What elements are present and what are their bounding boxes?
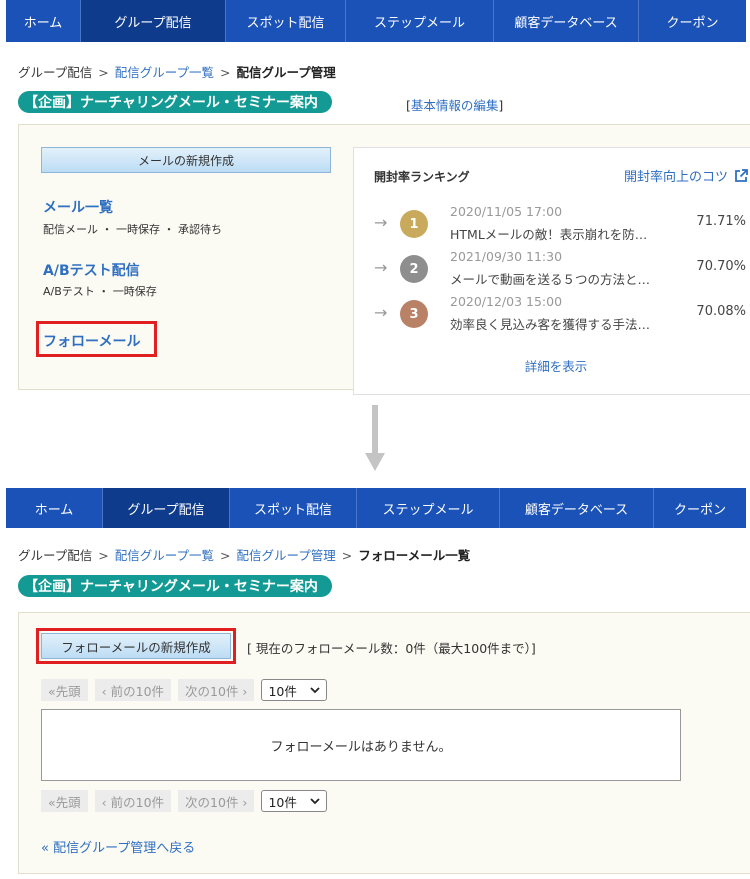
follow-mail-list: フォローメールはありません。 [41, 709, 681, 781]
pager-prev-button[interactable]: ‹ 前の10件 [94, 679, 172, 701]
external-link-icon [735, 168, 748, 182]
follow-mail-count: [ 現在のフォローメール数：0件（最大100件まで）] [247, 641, 536, 656]
ranking-row[interactable]: → 3 2020/12/03 15:00 効率良く見込み客を獲得する手法… 70… [374, 294, 750, 338]
ranking-subject: メールで動画を送る５つの方法と… [450, 272, 651, 287]
menu-follow-mail[interactable]: フォローメール [43, 331, 140, 351]
open-rate-ranking: 開封率ランキング 開封率向上のコツ → 1 2020/11/05 17:00 H… [353, 147, 750, 395]
empty-message: フォローメールはありません。 [270, 739, 452, 755]
pager-bottom: «先頭 ‹ 前の10件 次の10件 › 10件 [41, 790, 328, 812]
pager-prev-button[interactable]: ‹ 前の10件 [94, 790, 172, 812]
chevron-down-icon [310, 687, 321, 694]
menu-ab-test-sub: A/Bテスト ・ 一時保存 [43, 285, 157, 298]
menu-ab-test[interactable]: A/Bテスト配信 [43, 260, 140, 280]
edit-basic-info-link[interactable]: 基本情報の編集 [411, 98, 499, 113]
ranking-rate: 70.70% [696, 259, 746, 274]
rank-medal-bronze: 3 [400, 300, 428, 328]
breadcrumb: グループ配信 > 配信グループ一覧 > 配信グループ管理 > フォローメール一覧 [18, 545, 470, 564]
nav-coupon[interactable]: クーポン [639, 0, 746, 42]
nav-step-mail[interactable]: ステップメール [357, 488, 500, 528]
breadcrumb-group-list-link[interactable]: 配信グループ一覧 [115, 548, 214, 563]
breadcrumb-root: グループ配信 [18, 548, 93, 563]
page-title: 【企画】ナーチャリングメール・セミナー案内 [18, 575, 332, 597]
nav-customer-db[interactable]: 顧客データベース [494, 0, 639, 42]
breadcrumb-separator: > [220, 548, 231, 563]
breadcrumb-current: フォローメール一覧 [358, 548, 471, 563]
pager-first-button[interactable]: «先頭 [41, 790, 88, 812]
ranking-date: 2021/09/30 11:30 [450, 249, 563, 264]
ranking-row[interactable]: → 1 2020/11/05 17:00 HTMLメールの敵！表示崩れを防… 7… [374, 204, 750, 248]
nav-home[interactable]: ホーム [6, 488, 103, 528]
breadcrumb-separator: > [220, 65, 231, 80]
arrow-right-icon: → [374, 213, 388, 232]
breadcrumb-group-list-link[interactable]: 配信グループ一覧 [115, 65, 214, 80]
pager-top: «先頭 ‹ 前の10件 次の10件 › 10件 [41, 679, 328, 701]
nav-coupon[interactable]: クーポン [654, 488, 746, 528]
follow-mail-panel: フォローメールの新規作成 [ 現在のフォローメール数：0件（最大100件まで）]… [18, 612, 750, 874]
nav-group-delivery[interactable]: グループ配信 [103, 488, 230, 528]
ranking-subject: HTMLメールの敵！表示崩れを防… [450, 227, 648, 242]
page-title-text: 【企画】ナーチャリングメール・セミナー案内 [24, 95, 318, 111]
menu-mail-list-sub: 配信メール ・ 一時保存 ・ 承認待ち [43, 223, 222, 236]
top-navbar: ホーム グループ配信 スポット配信 ステップメール 顧客データベース クーポン [6, 0, 746, 42]
edit-basic-info: [基本情報の編集] [406, 95, 503, 114]
nav-group-delivery[interactable]: グループ配信 [81, 0, 226, 42]
chevron-down-icon [310, 798, 321, 805]
ranking-details-link[interactable]: 詳細を表示 [354, 356, 750, 375]
ranking-date: 2020/11/05 17:00 [450, 204, 563, 219]
page-title: 【企画】ナーチャリングメール・セミナー案内 [18, 91, 332, 113]
ranking-tip-link[interactable]: 開封率向上のコツ [624, 166, 748, 185]
nav-spot-delivery[interactable]: スポット配信 [230, 488, 357, 528]
group-menu-panel: メールの新規作成 メール一覧 配信メール ・ 一時保存 ・ 承認待ち A/Bテス… [18, 124, 750, 395]
rank-medal-silver: 2 [400, 255, 428, 283]
ranking-subject: 効率良く見込み客を獲得する手法… [450, 317, 651, 332]
pager-first-button[interactable]: «先頭 [41, 679, 88, 701]
breadcrumb-separator: > [341, 548, 353, 563]
nav-step-mail[interactable]: ステップメール [346, 0, 494, 42]
menu-mail-list[interactable]: メール一覧 [43, 197, 113, 217]
new-mail-button[interactable]: メールの新規作成 [41, 147, 331, 173]
bracket-close: ] [498, 98, 504, 113]
ranking-rate: 71.71% [696, 214, 746, 229]
per-page-value: 10件 [268, 794, 297, 810]
per-page-select[interactable]: 10件 [261, 790, 328, 812]
breadcrumb-separator: > [98, 548, 109, 563]
ranking-rate: 70.08% [696, 304, 746, 319]
nav-customer-db[interactable]: 顧客データベース [500, 488, 654, 528]
ranking-tip-text: 開封率向上のコツ [623, 170, 728, 185]
breadcrumb: グループ配信 > 配信グループ一覧 > 配信グループ管理 [18, 62, 336, 81]
nav-spot-delivery[interactable]: スポット配信 [226, 0, 346, 42]
nav-home[interactable]: ホーム [6, 0, 81, 42]
breadcrumb-group-manage-link[interactable]: 配信グループ管理 [237, 548, 336, 563]
arrow-right-icon: → [374, 303, 388, 322]
per-page-select[interactable]: 10件 [261, 679, 328, 701]
ranking-title: 開封率ランキング [374, 170, 470, 184]
per-page-value: 10件 [268, 683, 297, 699]
pager-next-button[interactable]: 次の10件 › [178, 790, 255, 812]
breadcrumb-root: グループ配信 [18, 65, 93, 80]
new-follow-mail-button[interactable]: フォローメールの新規作成 [41, 633, 231, 659]
pager-next-button[interactable]: 次の10件 › [178, 679, 255, 701]
back-to-group-manage-link[interactable]: « 配信グループ管理へ戻る [41, 837, 195, 856]
rank-medal-gold: 1 [400, 210, 428, 238]
breadcrumb-separator: > [98, 65, 109, 80]
bottom-navbar: ホーム グループ配信 スポット配信 ステップメール 顧客データベース クーポン [6, 488, 746, 528]
ranking-row[interactable]: → 2 2021/09/30 11:30 メールで動画を送る５つの方法と… 70… [374, 249, 750, 293]
breadcrumb-current: 配信グループ管理 [236, 65, 336, 80]
arrow-right-icon: → [374, 258, 388, 277]
page-title-text: 【企画】ナーチャリングメール・セミナー案内 [24, 579, 318, 595]
ranking-date: 2020/12/03 15:00 [450, 294, 563, 309]
transition-down-arrow-icon [365, 405, 385, 471]
